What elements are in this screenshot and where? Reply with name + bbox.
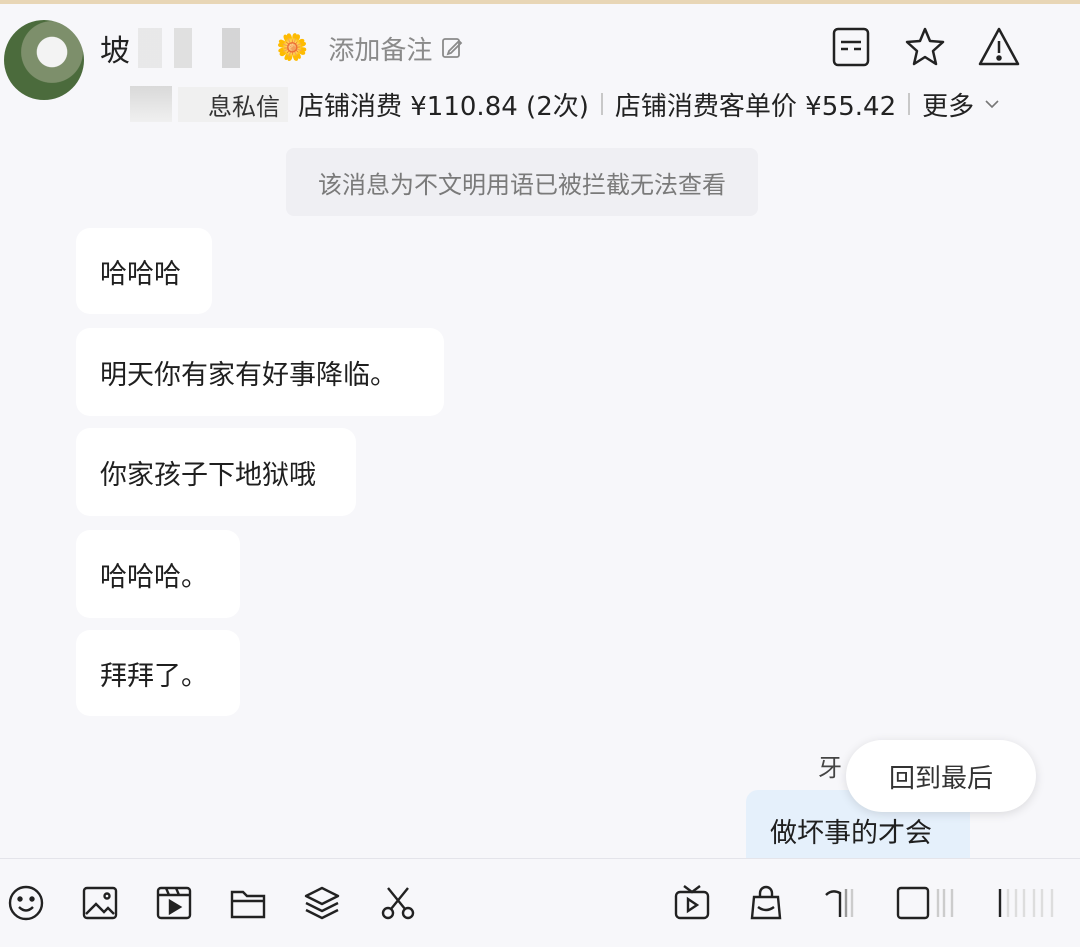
- faded-prefix: 牙: [818, 754, 842, 782]
- direct-message-tag[interactable]: 息私信: [178, 86, 288, 122]
- image-icon[interactable]: [80, 883, 120, 923]
- divider: [908, 93, 911, 115]
- card-icon[interactable]: [894, 885, 974, 921]
- blocked-message-tip: 该消息为不文明用语已被拦截无法查看: [286, 148, 758, 216]
- tag-icon[interactable]: [822, 885, 878, 921]
- video-icon[interactable]: [154, 883, 194, 923]
- message-bubble[interactable]: 你家孩子下地狱哦: [76, 428, 356, 516]
- contact-name-row: 坡 🌼 添加备注: [100, 28, 464, 69]
- shopping-bag-icon[interactable]: [746, 883, 786, 923]
- layers-icon[interactable]: [302, 883, 342, 923]
- add-remark-label: 添加备注: [328, 35, 433, 66]
- more-button[interactable]: 更多: [922, 86, 1002, 123]
- message-bubble[interactable]: 明天你有家有好事降临。: [76, 328, 444, 416]
- info-redaction: [130, 86, 172, 122]
- add-remark-button[interactable]: 添加备注: [328, 30, 464, 67]
- back-to-latest-button[interactable]: 回到最后: [846, 740, 1036, 812]
- warning-icon[interactable]: [976, 24, 1022, 70]
- flower-badge-icon: 🌼: [276, 33, 309, 63]
- message-bubble[interactable]: 哈哈哈: [76, 228, 212, 314]
- folder-icon[interactable]: [228, 883, 268, 923]
- avatar[interactable]: [4, 20, 84, 100]
- message-bubble[interactable]: 拜拜了。: [76, 630, 240, 716]
- input-toolbar: [0, 858, 1080, 947]
- play-card-icon[interactable]: [672, 883, 712, 923]
- more-icon[interactable]: [990, 885, 1060, 921]
- store-spend: 店铺消费 ¥110.84 (2次): [298, 91, 589, 122]
- emoji-icon[interactable]: [6, 883, 46, 923]
- chevron-down-icon: [985, 100, 999, 109]
- faded-message-fragment: 牙: [818, 748, 842, 783]
- contact-name: 坡: [100, 34, 130, 69]
- name-redaction: [138, 28, 258, 68]
- customer-info-row: 息私信 店铺消费 ¥110.84 (2次) 店铺消费客单价 ¥55.42 更多: [130, 86, 1002, 122]
- order-icon[interactable]: [828, 24, 874, 70]
- more-label: 更多: [922, 91, 975, 122]
- divider: [600, 93, 603, 115]
- store-avg-price: 店铺消费客单价 ¥55.42: [614, 91, 897, 122]
- top-accent-line: [0, 0, 1080, 4]
- scissors-icon[interactable]: [378, 883, 418, 923]
- star-icon[interactable]: [902, 24, 948, 70]
- message-bubble[interactable]: 哈哈哈。: [76, 530, 240, 618]
- edit-icon: [442, 38, 463, 58]
